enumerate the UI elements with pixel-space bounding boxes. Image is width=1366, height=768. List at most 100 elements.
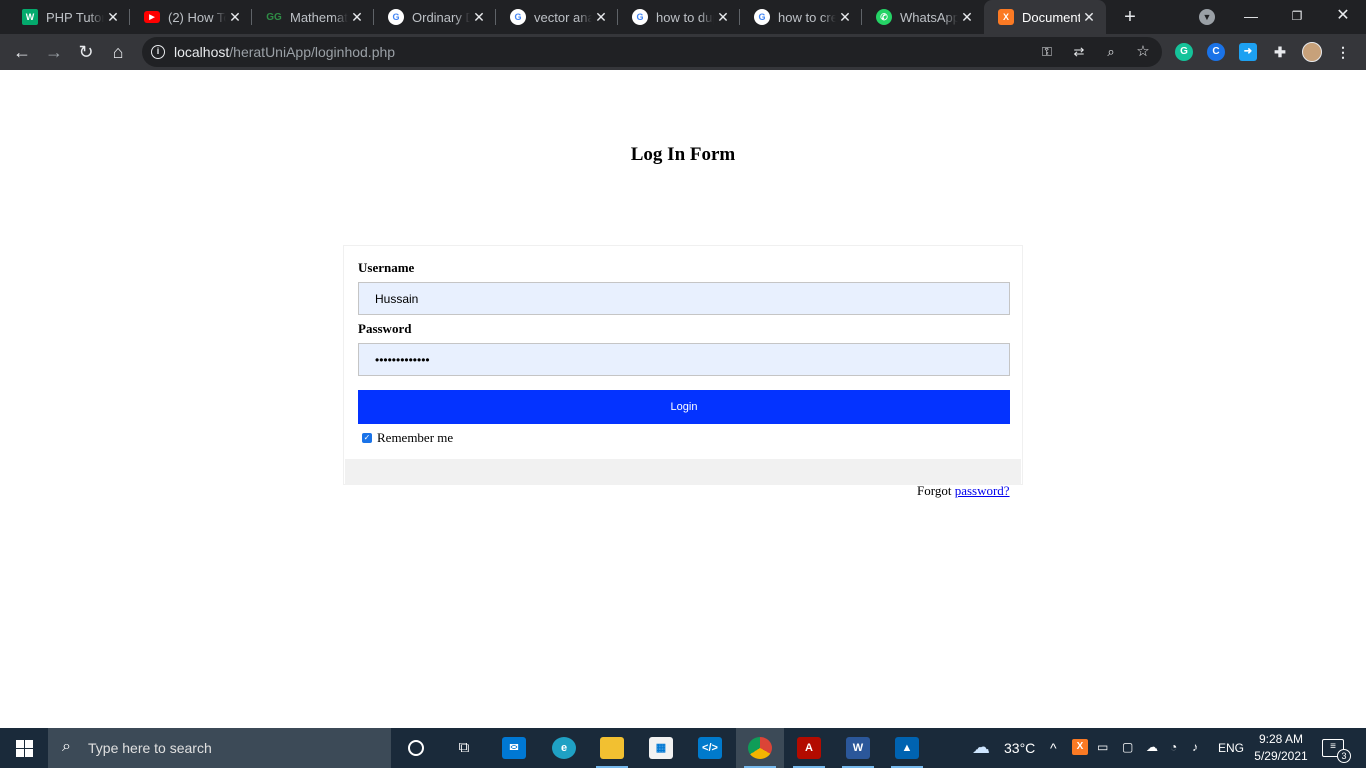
password-input[interactable] [358, 343, 1010, 376]
weather-cloud-icon[interactable]: ☁ [972, 737, 990, 758]
geeksforgeeks-icon: GG [266, 11, 282, 23]
remember-checkbox[interactable]: ✓ [362, 433, 372, 443]
task-view-button[interactable]: ⧉ [440, 728, 488, 768]
taskbar-search[interactable]: ⌕ Type here to search [48, 728, 391, 768]
mail-app[interactable]: ✉ [490, 728, 538, 768]
reload-button[interactable]: ↻ [74, 40, 98, 64]
close-tab-icon[interactable]: ✕ [226, 9, 244, 26]
restore-button[interactable]: ❐ [1274, 0, 1320, 34]
notification-center-icon[interactable]: ≡ 3 [1322, 739, 1351, 763]
edge-app[interactable]: e [540, 728, 588, 768]
task-view-icon: ⧉ [458, 739, 470, 756]
url-text[interactable]: localhost/heratUniApp/loginhod.php [174, 44, 395, 60]
search-icon: ⌕ [62, 738, 71, 755]
close-tab-icon[interactable]: ✕ [836, 9, 854, 26]
word-app[interactable]: W [834, 728, 882, 768]
tab-mathematics[interactable]: GG Mathematics ✕ [252, 0, 374, 34]
tab-how-to-dup[interactable]: G how to dup ✕ [618, 0, 740, 34]
tab-how-to-create[interactable]: G how to cre ✕ [740, 0, 862, 34]
weather-temp[interactable]: 33°C [1004, 740, 1035, 756]
menu-kebab-icon[interactable]: ⋮ [1334, 43, 1352, 61]
remember-me[interactable]: ✓ Remember me [362, 430, 453, 446]
browser-tab-strip: W PHP Tutorial ✕ ▶ (2) How To ✕ GG Mathe… [0, 0, 1366, 34]
username-input[interactable] [358, 282, 1010, 315]
google-icon: G [510, 9, 526, 25]
extension-arrow-icon[interactable]: ➜ [1239, 43, 1257, 61]
meet-now-icon[interactable]: ▢ [1122, 740, 1133, 754]
forward-button[interactable]: → [42, 40, 66, 64]
start-button[interactable] [0, 728, 48, 768]
puzzle-icon[interactable]: ✚ [1271, 43, 1289, 61]
address-bar[interactable]: i localhost/heratUniApp/loginhod.php ⚿ ⇄… [142, 37, 1162, 67]
cortana-button[interactable] [392, 728, 440, 768]
acrobat-app[interactable]: A [785, 728, 833, 768]
close-tab-icon[interactable]: ✕ [592, 9, 610, 26]
google-icon: G [632, 9, 648, 25]
vscode-icon: </> [698, 737, 722, 759]
word-icon: W [846, 737, 870, 759]
volume-icon[interactable]: ♪ [1192, 740, 1198, 754]
close-tab-icon[interactable]: ✕ [958, 9, 976, 26]
chrome-app[interactable] [736, 728, 784, 768]
remember-label: Remember me [377, 430, 454, 445]
tab-title: WhatsApp [900, 9, 958, 25]
vscode-app[interactable]: </> [686, 728, 734, 768]
grammarly-icon[interactable]: G [1175, 43, 1193, 61]
whatsapp-icon: ✆ [876, 9, 892, 25]
close-tab-icon[interactable]: ✕ [1080, 9, 1098, 26]
login-card: Username Password Login ✓ Remember me [343, 245, 1023, 485]
back-button[interactable]: ← [10, 40, 34, 64]
windows-taskbar: ⌕ Type here to search ⧉ ✉ e ▦ </> A W ▲ … [0, 728, 1366, 768]
forgot-password: Forgot password? [917, 483, 1010, 499]
key-icon[interactable]: ⚿ [1038, 43, 1056, 61]
clock[interactable]: 9:28 AM 5/29/2021 [1252, 731, 1310, 765]
tab-title: vector anal [534, 9, 592, 25]
store-icon: ▦ [649, 737, 673, 759]
close-tab-icon[interactable]: ✕ [104, 9, 122, 26]
battery-icon[interactable]: ▭ [1097, 740, 1108, 754]
bookmark-star-icon[interactable]: ☆ [1134, 43, 1152, 61]
url-path: /heratUniApp/loginhod.php [229, 44, 396, 60]
close-tab-icon[interactable]: ✕ [714, 9, 732, 26]
zoom-icon[interactable]: ⌕ [1102, 43, 1120, 61]
tab-search-icon[interactable]: ▼ [1199, 9, 1215, 25]
tab-whatsapp[interactable]: ✆ WhatsApp ✕ [862, 0, 984, 34]
new-tab-button[interactable]: + [1118, 5, 1142, 29]
cortana-icon [408, 740, 424, 756]
edge-icon: e [552, 737, 576, 759]
page-title: Log In Form [630, 144, 736, 165]
store-app[interactable]: ▦ [637, 728, 685, 768]
language-indicator[interactable]: ENG [1218, 741, 1244, 755]
login-button[interactable]: Login [358, 390, 1010, 424]
clock-date: 5/29/2021 [1254, 749, 1308, 763]
avatar[interactable] [1302, 42, 1322, 62]
file-explorer-app[interactable] [588, 728, 636, 768]
tab-title: (2) How To [168, 9, 226, 25]
minimize-button[interactable]: — [1228, 0, 1274, 34]
username-label: Username [358, 260, 415, 275]
wifi-icon[interactable]: ◔ [1170, 740, 1177, 754]
home-button[interactable]: ⌂ [106, 40, 130, 64]
tab-ordinary[interactable]: G Ordinary D ✕ [374, 0, 496, 34]
tab-document[interactable]: X Document ✕ [984, 0, 1106, 34]
windows-logo-icon [16, 740, 24, 748]
tab-title: Mathematics [290, 9, 348, 25]
clock-time: 9:28 AM [1258, 732, 1304, 746]
mail-icon: ✉ [502, 737, 526, 759]
site-info-icon[interactable]: i [151, 45, 165, 59]
close-tab-icon[interactable]: ✕ [470, 9, 488, 26]
chevron-up-icon[interactable]: ^ [1050, 740, 1057, 756]
forgot-password-link[interactable]: password? [955, 483, 1010, 498]
translate-icon[interactable]: ⇄ [1070, 43, 1088, 61]
tab-vector-analysis[interactable]: G vector anal ✕ [496, 0, 618, 34]
cloud-icon[interactable]: ☁ [1146, 740, 1158, 754]
extension-c-icon[interactable]: C [1207, 43, 1225, 61]
close-window-button[interactable]: ✕ [1320, 0, 1366, 34]
tab-how-to-youtube[interactable]: ▶ (2) How To ✕ [130, 0, 252, 34]
xampp-tray-icon[interactable]: X [1072, 739, 1088, 755]
photos-app[interactable]: ▲ [883, 728, 931, 768]
close-tab-icon[interactable]: ✕ [348, 9, 366, 26]
tab-php-tutorial[interactable]: W PHP Tutorial ✕ [8, 0, 130, 34]
google-icon: G [754, 9, 770, 25]
tab-title: how to cre [778, 9, 836, 25]
